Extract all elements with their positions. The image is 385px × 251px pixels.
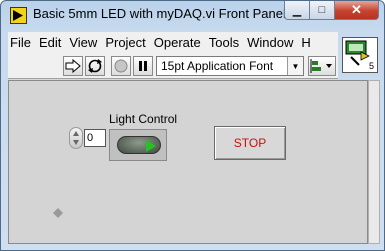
menu-edit[interactable]: Edit: [39, 35, 61, 50]
text-settings-dropdown[interactable]: 15pt Application Font ▼: [156, 56, 304, 76]
window-title: Basic 5mm LED with myDAQ.vi Front Panel: [33, 6, 286, 21]
run-continuously-button[interactable]: [85, 56, 105, 76]
abort-stop-icon: [114, 59, 128, 73]
labview-app-icon[interactable]: [10, 7, 27, 24]
chevron-down-icon: ▼: [287, 57, 303, 75]
align-objects-icon: [310, 59, 332, 73]
run-continuously-icon: [88, 59, 102, 73]
vi-connector-icon[interactable]: 5: [342, 37, 378, 73]
abort-button[interactable]: [111, 56, 131, 76]
stop-button[interactable]: STOP: [214, 126, 286, 160]
light-switch[interactable]: [117, 136, 161, 154]
light-control-boolean[interactable]: [109, 129, 167, 161]
front-panel[interactable]: 0 Light Control STOP: [8, 80, 368, 244]
align-objects-button[interactable]: [308, 56, 336, 76]
toolbar: 15pt Application Font ▼: [8, 53, 338, 79]
window-controls: ▁ □ ✕: [284, 1, 379, 21]
panel-origin-icon: [53, 205, 63, 223]
labview-window: Basic 5mm LED with myDAQ.vi Front Panel …: [0, 0, 385, 251]
run-arrow-icon: [65, 59, 81, 73]
maximize-button[interactable]: □: [310, 1, 335, 20]
numeric-value-field[interactable]: 0: [84, 129, 106, 147]
run-button[interactable]: [63, 56, 83, 76]
vertical-scrollbar[interactable]: [368, 80, 380, 244]
menu-help[interactable]: H: [301, 35, 310, 50]
font-selector-label: 15pt Application Font: [161, 59, 274, 73]
numeric-control[interactable]: 0: [69, 127, 106, 149]
menu-bar: File Edit View Project Operate Tools Win…: [8, 32, 338, 53]
title-bar[interactable]: Basic 5mm LED with myDAQ.vi Front Panel …: [1, 1, 384, 29]
light-control-label: Light Control: [109, 112, 178, 126]
pause-button[interactable]: [133, 56, 153, 76]
vi-icon-label: 5: [368, 61, 374, 71]
minimize-button[interactable]: ▁: [284, 1, 310, 20]
increment-decrement-arrows[interactable]: [69, 127, 83, 149]
menu-view[interactable]: View: [69, 35, 97, 50]
close-button[interactable]: ✕: [335, 1, 379, 20]
menu-operate[interactable]: Operate: [154, 35, 201, 50]
menu-tools[interactable]: Tools: [209, 35, 239, 50]
play-arrow-icon: [146, 140, 156, 152]
menu-project[interactable]: Project: [105, 35, 145, 50]
menu-window[interactable]: Window: [247, 35, 293, 50]
pause-icon: [139, 61, 147, 71]
menu-file[interactable]: File: [10, 35, 31, 50]
